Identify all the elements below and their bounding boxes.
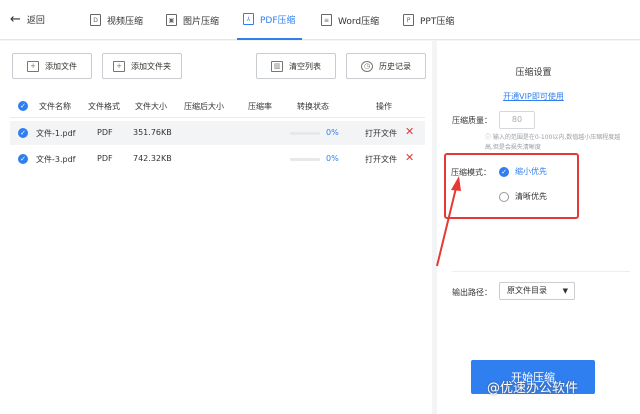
annotation-arrow xyxy=(436,176,461,267)
watermark: @优速办公软件 xyxy=(487,377,578,396)
watermark-text: @优速办公软件 xyxy=(487,381,579,396)
